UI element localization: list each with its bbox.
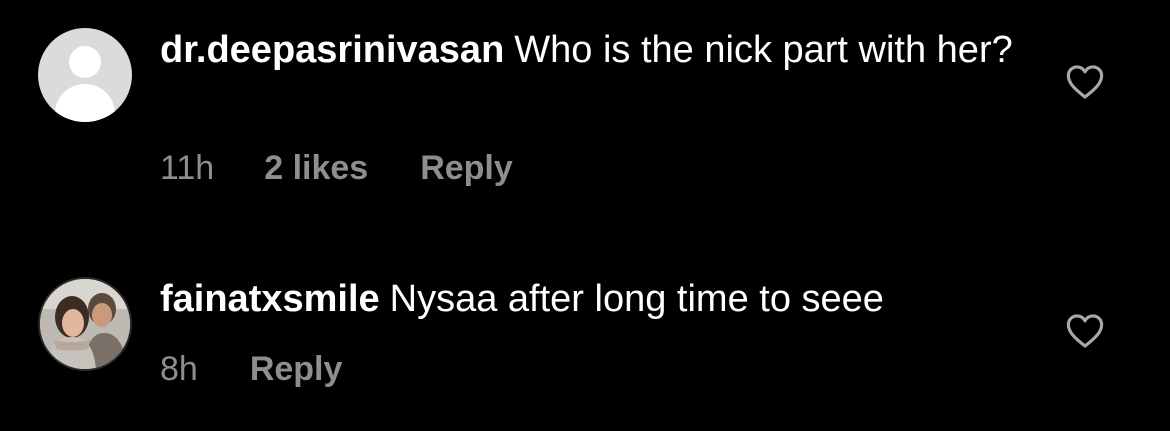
avatar-shoulders-shape: [55, 84, 115, 122]
reply-button[interactable]: Reply: [250, 349, 343, 389]
comment-meta: 8h Reply: [160, 349, 342, 389]
profile-photo[interactable]: [38, 277, 132, 371]
heart-icon[interactable]: [1066, 313, 1104, 349]
profile-photo-image: [40, 279, 130, 369]
comment-likes-count[interactable]: 2 likes: [264, 148, 368, 188]
comment-body: dr.deepasrinivasan Who is the nick part w…: [160, 28, 1020, 72]
comment-username[interactable]: dr.deepasrinivasan: [160, 29, 504, 71]
comment-body: fainatxsmile Nysaa after long time to see…: [160, 277, 1020, 321]
comment-timestamp: 8h: [160, 350, 198, 388]
comment-meta: 11h 2 likes Reply: [160, 148, 513, 188]
reply-button[interactable]: Reply: [420, 148, 513, 188]
comment-timestamp: 11h: [160, 149, 215, 187]
default-avatar-icon[interactable]: [38, 28, 132, 122]
avatar-head-shape: [69, 46, 101, 78]
comment-text: Who is the nick part with her?: [514, 29, 1013, 71]
comment-text: Nysaa after long time to seee: [389, 278, 884, 320]
comment-username[interactable]: fainatxsmile: [160, 278, 380, 320]
heart-icon[interactable]: [1066, 64, 1104, 100]
